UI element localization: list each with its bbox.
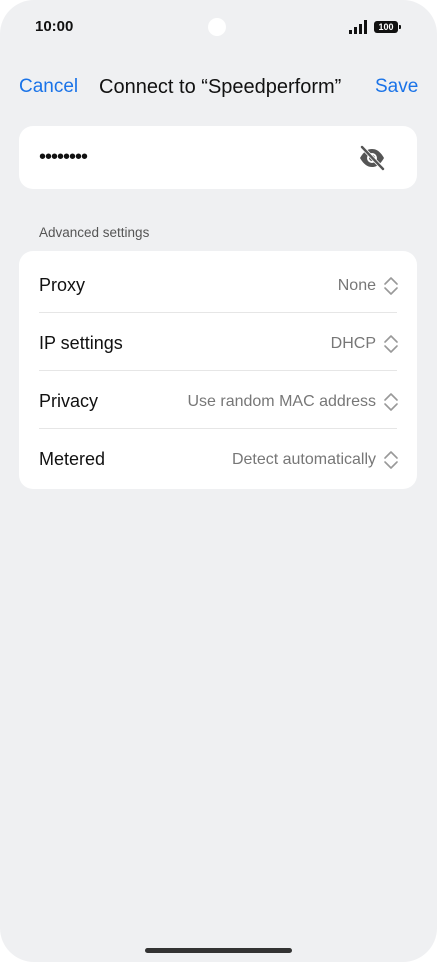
chevron-up-down-icon bbox=[384, 335, 398, 353]
row-value: Use random MAC address bbox=[187, 393, 376, 410]
screen: 10:00 100 Cancel Connect to “Speedperfor… bbox=[0, 0, 437, 962]
eye-off-icon[interactable] bbox=[357, 143, 387, 173]
proxy-row[interactable]: Proxy None bbox=[19, 255, 417, 313]
row-value: DHCP bbox=[330, 335, 376, 352]
password-field[interactable]: •••••••• bbox=[19, 126, 417, 189]
password-input[interactable]: •••••••• bbox=[39, 146, 88, 169]
row-label: Privacy bbox=[39, 391, 99, 411]
privacy-row[interactable]: Privacy Use random MAC address bbox=[19, 371, 417, 429]
save-button[interactable]: Save bbox=[375, 76, 418, 98]
section-label: Advanced settings bbox=[39, 225, 150, 240]
row-label: Metered bbox=[39, 449, 106, 469]
signal-icon bbox=[349, 20, 367, 34]
home-indicator[interactable] bbox=[145, 948, 292, 953]
page-title: Connect to “Speedperform” bbox=[99, 76, 342, 98]
advanced-settings-card: Proxy None IP settings DHCP Privacy Use … bbox=[19, 251, 417, 489]
row-label: Proxy bbox=[39, 275, 86, 295]
ip-settings-row[interactable]: IP settings DHCP bbox=[19, 313, 417, 371]
chevron-up-down-icon bbox=[384, 277, 398, 295]
row-label: IP settings bbox=[39, 333, 123, 353]
chevron-up-down-icon bbox=[384, 393, 398, 411]
row-value: None bbox=[337, 277, 376, 294]
front-camera bbox=[208, 18, 226, 36]
cancel-button[interactable]: Cancel bbox=[19, 76, 78, 98]
chevron-up-down-icon bbox=[384, 451, 398, 469]
status-time: 10:00 bbox=[35, 18, 74, 35]
battery-icon: 100 bbox=[374, 21, 401, 33]
metered-row[interactable]: Metered Detect automatically bbox=[19, 429, 417, 487]
row-value: Detect automatically bbox=[231, 451, 376, 468]
